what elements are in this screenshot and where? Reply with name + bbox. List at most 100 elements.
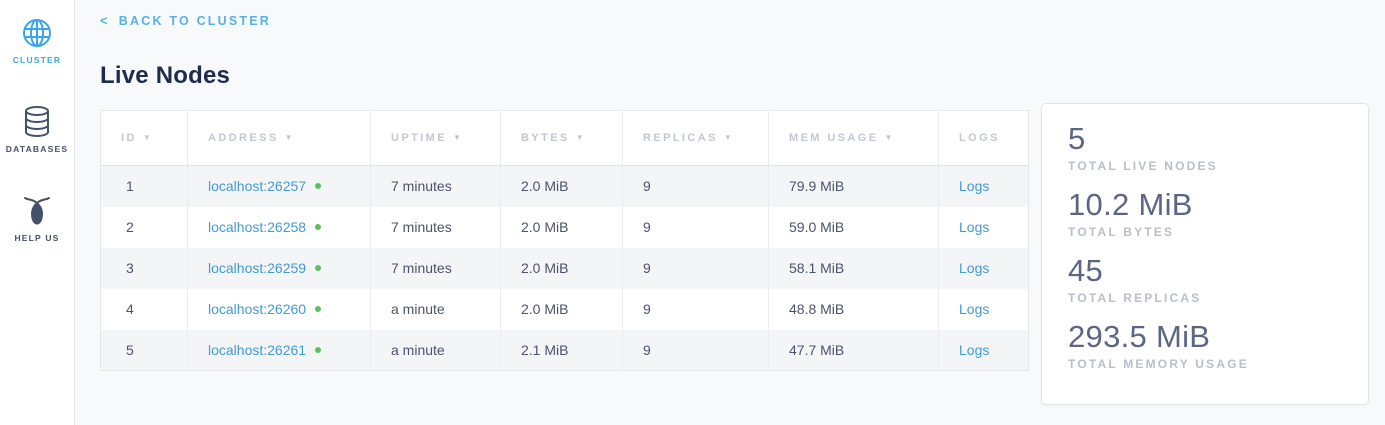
cell-logs: Logs xyxy=(939,248,1029,289)
stat-total-live-nodes: 5 TOTAL LIVE NODES xyxy=(1068,120,1344,173)
table-row: 3 localhost:26259 7 minutes 2.0 MiB 9 58… xyxy=(101,248,1029,289)
column-header-bytes[interactable]: BYTES▼ xyxy=(501,111,623,166)
cell-mem-usage: 79.9 MiB xyxy=(769,166,939,207)
live-nodes-table: ID▼ ADDRESS▼ UPTIME▼ BYTES▼ REPLICAS▼ ME… xyxy=(100,110,1029,371)
content-row: ID▼ ADDRESS▼ UPTIME▼ BYTES▼ REPLICAS▼ ME… xyxy=(100,103,1369,405)
sidebar: CLUSTER DATABASES HELP US xyxy=(0,0,75,425)
cell-mem-usage: 58.1 MiB xyxy=(769,248,939,289)
sort-arrow-icon: ▼ xyxy=(285,133,295,142)
node-live-status-dot xyxy=(315,224,321,230)
cell-uptime: a minute xyxy=(371,330,501,371)
logs-link[interactable]: Logs xyxy=(959,342,989,358)
cell-replicas: 9 xyxy=(623,248,769,289)
stat-value: 45 xyxy=(1068,252,1344,290)
cell-mem-usage: 48.8 MiB xyxy=(769,289,939,330)
table-header-row: ID▼ ADDRESS▼ UPTIME▼ BYTES▼ REPLICAS▼ ME… xyxy=(101,111,1029,166)
column-header-address[interactable]: ADDRESS▼ xyxy=(188,111,371,166)
cell-replicas: 9 xyxy=(623,330,769,371)
back-arrow-icon: < xyxy=(100,13,110,28)
sidebar-item-label: CLUSTER xyxy=(13,55,62,65)
cell-address: localhost:26258 xyxy=(188,207,371,248)
logs-link[interactable]: Logs xyxy=(959,219,989,235)
cell-bytes: 2.0 MiB xyxy=(501,248,623,289)
cell-uptime: a minute xyxy=(371,289,501,330)
back-to-cluster-link[interactable]: < BACK TO CLUSTER xyxy=(100,13,271,28)
cell-address: localhost:26260 xyxy=(188,289,371,330)
node-live-status-dot xyxy=(315,347,321,353)
database-icon xyxy=(22,105,52,139)
cell-node-id: 5 xyxy=(101,330,188,371)
sidebar-item-databases[interactable]: DATABASES xyxy=(6,105,68,154)
cell-address: localhost:26257 xyxy=(188,166,371,207)
column-header-mem-usage[interactable]: MEM USAGE▼ xyxy=(769,111,939,166)
column-header-id[interactable]: ID▼ xyxy=(101,111,188,166)
stat-total-bytes: 10.2 MiB TOTAL BYTES xyxy=(1068,186,1344,239)
cell-replicas: 9 xyxy=(623,289,769,330)
stat-label: TOTAL REPLICAS xyxy=(1068,291,1344,305)
stat-label: TOTAL LIVE NODES xyxy=(1068,159,1344,173)
globe-icon xyxy=(21,16,53,50)
cell-uptime: 7 minutes xyxy=(371,166,501,207)
node-address-link[interactable]: localhost:26257 xyxy=(208,178,306,194)
sort-arrow-icon: ▼ xyxy=(724,133,734,142)
cell-bytes: 2.0 MiB xyxy=(501,166,623,207)
sort-arrow-icon: ▼ xyxy=(884,133,894,142)
logs-link[interactable]: Logs xyxy=(959,260,989,276)
cell-replicas: 9 xyxy=(623,207,769,248)
node-address-link[interactable]: localhost:26258 xyxy=(208,219,306,235)
column-header-logs: LOGS xyxy=(939,111,1029,166)
node-live-status-dot xyxy=(315,183,321,189)
cell-node-id: 1 xyxy=(101,166,188,207)
cell-uptime: 7 minutes xyxy=(371,248,501,289)
column-header-replicas[interactable]: REPLICAS▼ xyxy=(623,111,769,166)
stat-label: TOTAL BYTES xyxy=(1068,225,1344,239)
cell-mem-usage: 59.0 MiB xyxy=(769,207,939,248)
stat-value: 10.2 MiB xyxy=(1068,186,1344,224)
cell-replicas: 9 xyxy=(623,166,769,207)
sort-arrow-icon: ▼ xyxy=(143,133,153,142)
cell-address: localhost:26261 xyxy=(188,330,371,371)
cell-node-id: 4 xyxy=(101,289,188,330)
cell-bytes: 2.0 MiB xyxy=(501,207,623,248)
cell-bytes: 2.0 MiB xyxy=(501,289,623,330)
back-link-label: BACK TO CLUSTER xyxy=(119,14,271,28)
main-content: < BACK TO CLUSTER Live Nodes ID▼ ADDRESS… xyxy=(75,0,1385,425)
cluster-summary-panel: 5 TOTAL LIVE NODES 10.2 MiB TOTAL BYTES … xyxy=(1041,103,1369,405)
cell-logs: Logs xyxy=(939,289,1029,330)
sidebar-item-help-us[interactable]: HELP US xyxy=(14,194,59,243)
node-live-status-dot xyxy=(315,306,321,312)
table-row: 1 localhost:26257 7 minutes 2.0 MiB 9 79… xyxy=(101,166,1029,207)
cell-logs: Logs xyxy=(939,166,1029,207)
cell-logs: Logs xyxy=(939,207,1029,248)
cell-uptime: 7 minutes xyxy=(371,207,501,248)
logs-link[interactable]: Logs xyxy=(959,178,989,194)
table-row: 4 localhost:26260 a minute 2.0 MiB 9 48.… xyxy=(101,289,1029,330)
cell-node-id: 2 xyxy=(101,207,188,248)
cell-logs: Logs xyxy=(939,330,1029,371)
cell-mem-usage: 47.7 MiB xyxy=(769,330,939,371)
app-root: CLUSTER DATABASES HELP US xyxy=(0,0,1385,425)
cockroach-icon xyxy=(22,194,52,228)
sidebar-item-label: HELP US xyxy=(14,233,59,243)
sidebar-item-cluster[interactable]: CLUSTER xyxy=(13,16,62,65)
sort-arrow-icon: ▼ xyxy=(576,133,586,142)
stat-value: 5 xyxy=(1068,120,1344,158)
node-address-link[interactable]: localhost:26259 xyxy=(208,260,306,276)
sort-arrow-icon: ▼ xyxy=(453,133,463,142)
table-row: 5 localhost:26261 a minute 2.1 MiB 9 47.… xyxy=(101,330,1029,371)
stat-value: 293.5 MiB xyxy=(1068,318,1344,356)
table-row: 2 localhost:26258 7 minutes 2.0 MiB 9 59… xyxy=(101,207,1029,248)
page-title: Live Nodes xyxy=(100,62,1369,90)
stat-label: TOTAL MEMORY USAGE xyxy=(1068,357,1344,371)
node-live-status-dot xyxy=(315,265,321,271)
cell-node-id: 3 xyxy=(101,248,188,289)
node-address-link[interactable]: localhost:26261 xyxy=(208,342,306,358)
node-address-link[interactable]: localhost:26260 xyxy=(208,301,306,317)
cell-bytes: 2.1 MiB xyxy=(501,330,623,371)
cell-address: localhost:26259 xyxy=(188,248,371,289)
sidebar-item-label: DATABASES xyxy=(6,144,68,154)
column-header-uptime[interactable]: UPTIME▼ xyxy=(371,111,501,166)
stat-total-memory-usage: 293.5 MiB TOTAL MEMORY USAGE xyxy=(1068,318,1344,371)
logs-link[interactable]: Logs xyxy=(959,301,989,317)
stat-total-replicas: 45 TOTAL REPLICAS xyxy=(1068,252,1344,305)
